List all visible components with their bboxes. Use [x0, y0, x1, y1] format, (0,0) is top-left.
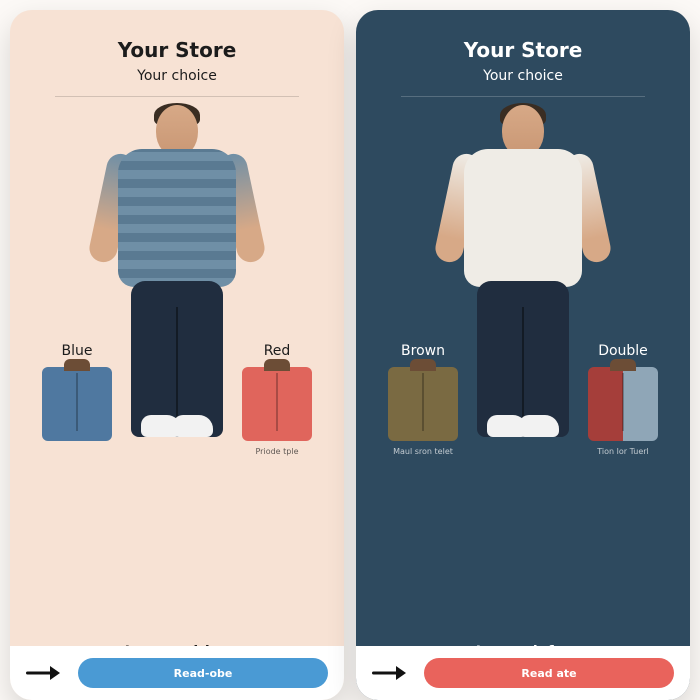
swatch-left[interactable]: Brown Maul sron telet [384, 343, 462, 456]
model-figure [92, 105, 262, 465]
store-panel-dark: Your Store Your choice Brown Maul sron t… [356, 10, 690, 700]
swatch-right[interactable]: Red Priode tple [238, 343, 316, 456]
swatch-left-thumb[interactable] [388, 367, 458, 441]
header-divider [401, 96, 645, 97]
model-figure [438, 105, 608, 465]
arrow-right-icon[interactable] [26, 666, 60, 680]
store-panel-light: Your Store Your choice Blue Red Priode t… [10, 10, 344, 700]
swatch-right-caption: Priode tple [238, 447, 316, 456]
swatch-right-thumb[interactable] [242, 367, 312, 441]
swatch-right-label: Double [584, 343, 662, 359]
swatch-right[interactable]: Double Tion lor Tuerl [584, 343, 662, 456]
swatch-left-label: Blue [38, 343, 116, 359]
swatch-left-caption: Maul sron telet [384, 447, 462, 456]
swatch-left[interactable]: Blue [38, 343, 116, 447]
header-divider [55, 96, 299, 97]
panel-subtitle: Your choice [137, 68, 217, 84]
hero-area: Brown Maul sron telet Double Tion lor Tu… [374, 105, 672, 640]
swatch-left-thumb[interactable] [42, 367, 112, 441]
cta-button[interactable]: Read ate [424, 658, 674, 688]
swatch-right-label: Red [238, 343, 316, 359]
panel-subtitle: Your choice [483, 68, 563, 84]
panel-title: Your Store [464, 38, 583, 62]
panel-footer: Read-obe [10, 646, 344, 700]
swatch-left-label: Brown [384, 343, 462, 359]
swatch-right-caption: Tion lor Tuerl [584, 447, 662, 456]
swatch-right-thumb[interactable] [588, 367, 658, 441]
arrow-right-icon[interactable] [372, 666, 406, 680]
panel-footer: Read ate [356, 646, 690, 700]
panel-title: Your Store [118, 38, 237, 62]
cta-button[interactable]: Read-obe [78, 658, 328, 688]
hero-area: Blue Red Priode tple [28, 105, 326, 640]
